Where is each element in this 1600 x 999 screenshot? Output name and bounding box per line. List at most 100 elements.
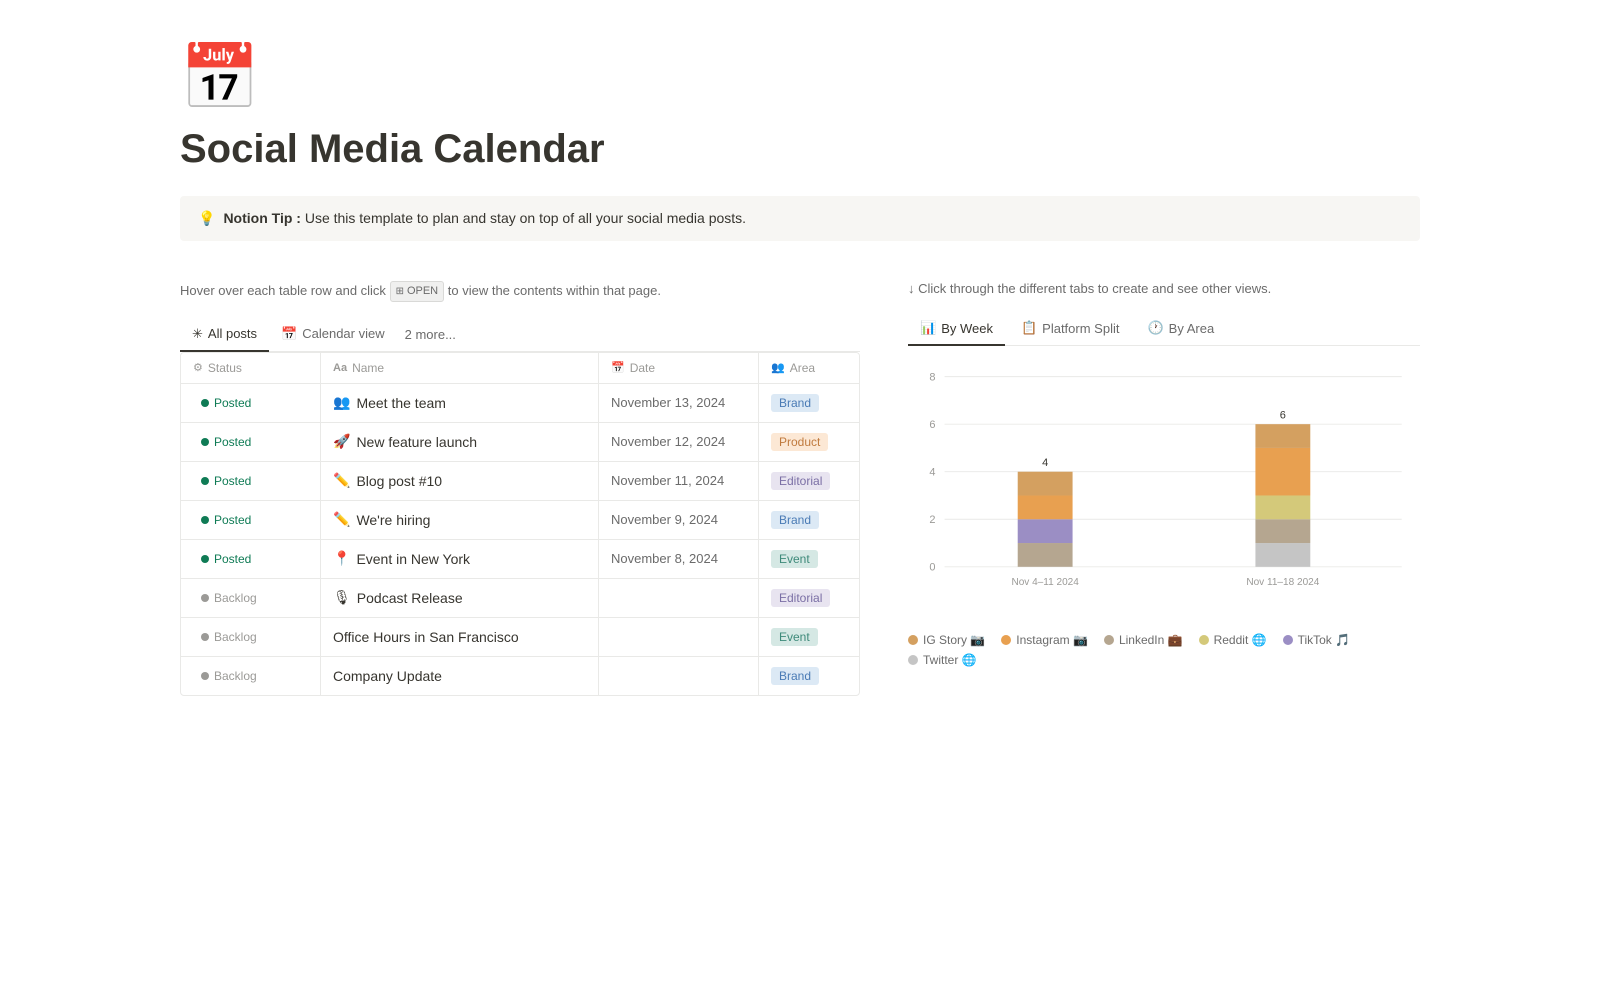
row-icon: 🎙 <box>333 589 351 606</box>
area-icon: 🕐 <box>1147 320 1163 336</box>
main-content: Hover over each table row and click ⊞ OP… <box>180 281 1420 696</box>
header-status: ⚙ Status <box>181 353 321 383</box>
tab-by-week[interactable]: 📊 By Week <box>908 312 1005 346</box>
legend-dot <box>908 635 918 645</box>
legend-dot <box>1001 635 1011 645</box>
posts-table: ⚙ Status Aa Name 📅 Date 👥 Area <box>180 352 860 696</box>
bar-seg-igstory-2 <box>1255 424 1310 448</box>
svg-text:8: 8 <box>929 371 935 383</box>
chart-legend: IG Story 📷 Instagram 📷 LinkedIn 💼 Reddit… <box>908 633 1420 667</box>
table-row[interactable]: Posted 👥 Meet the team November 13, 2024… <box>181 384 859 423</box>
cell-name: Office Hours in San Francisco <box>321 618 599 656</box>
table-row[interactable]: Backlog Office Hours in San Francisco Ev… <box>181 618 859 657</box>
header-date: 📅 Date <box>599 353 759 383</box>
cell-date <box>599 579 759 617</box>
asterisk-icon: ✳ <box>192 326 203 342</box>
legend-dot <box>1199 635 1209 645</box>
legend-label: Instagram 📷 <box>1016 633 1088 647</box>
cell-status: Backlog <box>181 657 321 695</box>
status-badge: Backlog <box>193 667 265 685</box>
bar-seg-linkedin-1 <box>1018 543 1073 567</box>
bar-seg-instagram-2 <box>1255 448 1310 496</box>
notion-tip: 💡 Notion Tip : Use this template to plan… <box>180 196 1420 241</box>
cell-area: Editorial <box>759 579 859 617</box>
status-header-icon: ⚙ <box>193 361 203 374</box>
page-icon: 📅 <box>180 40 1420 115</box>
header-area: 👥 Area <box>759 353 859 383</box>
table-row[interactable]: Posted ✏️ We're hiring November 9, 2024 … <box>181 501 859 540</box>
status-dot <box>201 555 209 563</box>
cell-name: 👥 Meet the team <box>321 384 599 422</box>
tab-more[interactable]: 2 more... <box>397 319 464 350</box>
open-badge: ⊞ OPEN <box>390 281 445 302</box>
status-badge: Posted <box>193 472 259 490</box>
table-row[interactable]: Posted ✏️ Blog post #10 November 11, 202… <box>181 462 859 501</box>
tab-calendar-view[interactable]: 📅 Calendar view <box>269 318 397 352</box>
bar-chart: 8 6 4 2 0 <box>908 362 1420 618</box>
platform-icon: 📋 <box>1021 320 1037 336</box>
bar-seg-tiktok-1 <box>1018 519 1073 543</box>
left-panel: Hover over each table row and click ⊞ OP… <box>180 281 860 696</box>
page-container: 📅 Social Media Calendar 💡 Notion Tip : U… <box>100 0 1500 776</box>
right-panel: ↓ Click through the different tabs to cr… <box>908 281 1420 675</box>
chart-tabs: 📊 By Week 📋 Platform Split 🕐 By Area <box>908 312 1420 346</box>
legend-item: Reddit 🌐 <box>1199 633 1267 647</box>
table-row[interactable]: Backlog Company Update Brand <box>181 657 859 695</box>
row-icon: ✏️ <box>333 472 350 489</box>
cell-area: Product <box>759 423 859 461</box>
bar-seg-reddit-2 <box>1255 495 1310 519</box>
tab-by-area[interactable]: 🕐 By Area <box>1135 312 1226 346</box>
cell-status: Posted <box>181 462 321 500</box>
table-tabs: ✳ All posts 📅 Calendar view 2 more... <box>180 318 860 352</box>
cell-area: Brand <box>759 657 859 695</box>
row-name: Podcast Release <box>357 590 463 606</box>
tab-platform-split[interactable]: 📋 Platform Split <box>1009 312 1132 346</box>
row-icon: 🚀 <box>333 433 350 450</box>
cell-date <box>599 618 759 656</box>
tip-icon: 💡 <box>198 210 215 227</box>
legend-dot <box>1283 635 1293 645</box>
legend-item: IG Story 📷 <box>908 633 985 647</box>
row-name: Event in New York <box>356 551 470 567</box>
table-header: ⚙ Status Aa Name 📅 Date 👥 Area <box>181 353 859 384</box>
chart-svg: 8 6 4 2 0 <box>908 362 1420 621</box>
legend-item: LinkedIn 💼 <box>1104 633 1183 647</box>
area-tag: Brand <box>771 394 819 412</box>
calendar-icon: 📅 <box>281 326 297 342</box>
status-badge: Posted <box>193 550 259 568</box>
cell-status: Posted <box>181 501 321 539</box>
chart-container: 8 6 4 2 0 <box>908 346 1420 675</box>
svg-text:0: 0 <box>929 561 935 573</box>
bar-chart-icon: 📊 <box>920 320 936 336</box>
legend-dot <box>908 655 918 665</box>
svg-text:Nov 11–18 2024: Nov 11–18 2024 <box>1246 577 1319 588</box>
table-row[interactable]: Posted 📍 Event in New York November 8, 2… <box>181 540 859 579</box>
cell-area: Editorial <box>759 462 859 500</box>
cell-status: Backlog <box>181 579 321 617</box>
cell-status: Posted <box>181 384 321 422</box>
status-dot <box>201 477 209 485</box>
status-dot <box>201 438 209 446</box>
svg-text:Nov 4–11 2024: Nov 4–11 2024 <box>1011 577 1079 588</box>
cell-area: Event <box>759 618 859 656</box>
table-row[interactable]: Posted 🚀 New feature launch November 12,… <box>181 423 859 462</box>
cell-area: Brand <box>759 384 859 422</box>
cell-area: Brand <box>759 501 859 539</box>
status-dot <box>201 399 209 407</box>
bar-seg-igstory-1 <box>1018 472 1073 496</box>
cell-name: 🎙 Podcast Release <box>321 579 599 617</box>
svg-text:4: 4 <box>929 466 935 478</box>
cell-date: November 9, 2024 <box>599 501 759 539</box>
status-dot <box>201 633 209 641</box>
tab-all-posts[interactable]: ✳ All posts <box>180 318 269 352</box>
row-name: Office Hours in San Francisco <box>333 629 519 645</box>
page-title: Social Media Calendar <box>180 127 1420 172</box>
status-badge: Posted <box>193 511 259 529</box>
svg-text:6: 6 <box>929 419 935 431</box>
table-row[interactable]: Backlog 🎙 Podcast Release Editorial <box>181 579 859 618</box>
area-tag: Product <box>771 433 828 451</box>
cell-status: Backlog <box>181 618 321 656</box>
svg-text:6: 6 <box>1280 410 1286 422</box>
cell-date: November 12, 2024 <box>599 423 759 461</box>
status-badge: Backlog <box>193 628 265 646</box>
